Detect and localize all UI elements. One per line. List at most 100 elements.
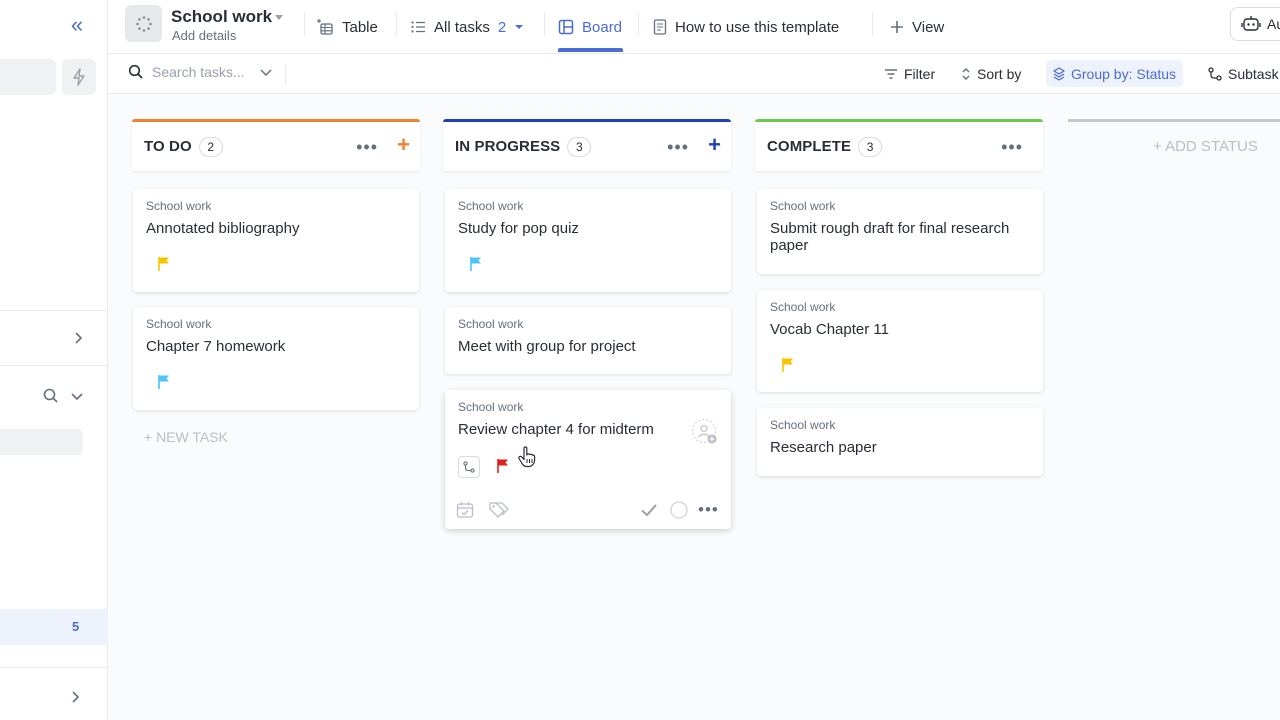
column-count: 2: [198, 136, 223, 157]
priority-flag-icon[interactable]: [469, 256, 483, 272]
task-name[interactable]: Vocab Chapter 11: [770, 321, 1032, 338]
task-list-name: School work: [770, 199, 836, 213]
sidebar-item[interactable]: [0, 429, 83, 455]
search-icon[interactable]: [42, 387, 60, 405]
caret-down-icon[interactable]: [514, 23, 524, 31]
collapse-sidebar-icon[interactable]: «: [66, 12, 88, 38]
header-divider: [304, 12, 305, 36]
sidebar-divider: [0, 365, 108, 366]
priority-flag-icon[interactable]: [781, 357, 795, 373]
subtasks-button[interactable]: Subtask: [1208, 54, 1279, 94]
search-icon: [128, 64, 143, 79]
tag-icon[interactable]: [488, 500, 510, 520]
sort-icon: [962, 68, 970, 80]
more-options-icon[interactable]: •••: [356, 138, 378, 156]
board-icon: [558, 19, 574, 35]
robot-icon: [1241, 16, 1261, 31]
task-card-hovered[interactable]: School work Review chapter 4 for midterm…: [445, 390, 731, 529]
subtask-icon: [463, 461, 475, 473]
task-card[interactable]: School work Submit rough draft for final…: [757, 189, 1043, 274]
active-tab-indicator: [558, 48, 623, 52]
task-list-name: School work: [458, 400, 524, 414]
chevron-right-icon[interactable]: [71, 331, 85, 345]
header-divider: [396, 12, 397, 36]
tab-all-tasks[interactable]: All tasks 2: [410, 0, 524, 54]
document-icon: [653, 19, 667, 35]
task-name[interactable]: Annotated bibliography: [146, 220, 408, 237]
priority-flag-icon[interactable]: [157, 256, 171, 272]
tab-how-to-use[interactable]: How to use this template: [653, 0, 839, 54]
subtasks-label: Subtask: [1228, 66, 1279, 82]
space-icon[interactable]: [125, 5, 162, 42]
tab-label: All tasks: [434, 18, 490, 36]
sidebar-item-count: 5: [72, 619, 80, 634]
task-list-name: School work: [146, 317, 212, 331]
assignee-add-icon[interactable]: [691, 418, 719, 446]
chevron-down-icon[interactable]: [259, 65, 273, 79]
task-name[interactable]: Chapter 7 homework: [146, 338, 408, 355]
priority-flag-icon[interactable]: [157, 374, 171, 390]
sort-by-button[interactable]: Sort by: [961, 54, 1021, 94]
task-name[interactable]: Research paper: [770, 439, 1032, 456]
group-by-button[interactable]: Group by: Status: [1046, 60, 1184, 87]
space-title[interactable]: School work: [171, 7, 272, 27]
more-options-icon[interactable]: •••: [698, 501, 719, 519]
header-divider: [872, 12, 873, 36]
subtask-button[interactable]: [458, 456, 480, 478]
add-view-button[interactable]: View: [890, 0, 944, 54]
checkmark-icon[interactable]: [640, 502, 658, 518]
add-details-link[interactable]: Add details: [172, 28, 236, 43]
table-icon: [317, 19, 333, 35]
more-options-icon[interactable]: •••: [1001, 138, 1023, 156]
lightning-icon[interactable]: [62, 59, 96, 95]
priority-flag-icon[interactable]: [496, 458, 510, 474]
task-card[interactable]: School work Meet with group for project: [445, 307, 731, 374]
group-by-label: Group by: Status: [1071, 65, 1177, 82]
filter-button[interactable]: Filter: [884, 54, 935, 94]
view-header: School work Add details Table All tasks …: [108, 0, 1280, 54]
automations-button[interactable]: Au: [1230, 7, 1280, 41]
task-list-name: School work: [458, 317, 524, 331]
search-tasks-input[interactable]: Search tasks...: [128, 64, 273, 80]
column-title: COMPLETE: [767, 138, 852, 155]
caret-down-icon[interactable]: [275, 15, 283, 20]
tab-label: Board: [582, 18, 623, 36]
chevron-right-icon[interactable]: [68, 690, 82, 704]
add-status-button[interactable]: + ADD STATUS: [1153, 138, 1258, 155]
subtask-icon: [1208, 67, 1222, 81]
sidebar-item-active[interactable]: [0, 609, 108, 645]
toolbar-divider: [285, 64, 286, 84]
task-card[interactable]: School work Research paper: [757, 408, 1043, 476]
column-header-todo[interactable]: TO DO 2 ••• +: [132, 119, 420, 171]
list-icon: [411, 21, 425, 33]
tab-table[interactable]: Table: [316, 0, 378, 54]
sidebar-divider: [0, 667, 108, 668]
task-card[interactable]: School work Annotated bibliography: [133, 189, 419, 292]
task-name[interactable]: Review chapter 4 for midterm: [458, 421, 720, 438]
tab-label: How to use this template: [675, 18, 840, 36]
task-name[interactable]: Meet with group for project: [458, 338, 720, 355]
task-name[interactable]: Study for pop quiz: [458, 220, 720, 237]
hand-cursor-icon: [518, 446, 536, 468]
task-card[interactable]: School work Vocab Chapter 11: [757, 290, 1043, 392]
column-header-in-progress[interactable]: IN PROGRESS 3 ••• +: [443, 119, 731, 171]
sidebar-search-bar[interactable]: [0, 59, 56, 95]
tab-board[interactable]: Board: [558, 0, 622, 54]
header-divider: [638, 12, 639, 36]
task-card[interactable]: School work Chapter 7 homework: [133, 307, 419, 410]
task-list-name: School work: [458, 199, 524, 213]
tab-count-badge: 2: [497, 18, 507, 36]
task-name[interactable]: Submit rough draft for final research pa…: [770, 220, 1032, 254]
task-card[interactable]: School work Study for pop quiz: [445, 189, 731, 292]
calendar-icon[interactable]: [456, 501, 474, 519]
filter-label: Filter: [904, 66, 936, 82]
tab-label: Table: [342, 18, 378, 36]
add-task-plus-icon[interactable]: +: [397, 134, 410, 156]
new-task-button[interactable]: + NEW TASK: [144, 429, 228, 445]
chevron-down-icon[interactable]: [70, 389, 84, 403]
add-task-plus-icon[interactable]: +: [708, 134, 721, 156]
status-circle-icon[interactable]: [669, 500, 689, 520]
sidebar-divider: [0, 310, 108, 311]
column-header-complete[interactable]: COMPLETE 3 •••: [755, 119, 1043, 171]
more-options-icon[interactable]: •••: [667, 138, 689, 156]
